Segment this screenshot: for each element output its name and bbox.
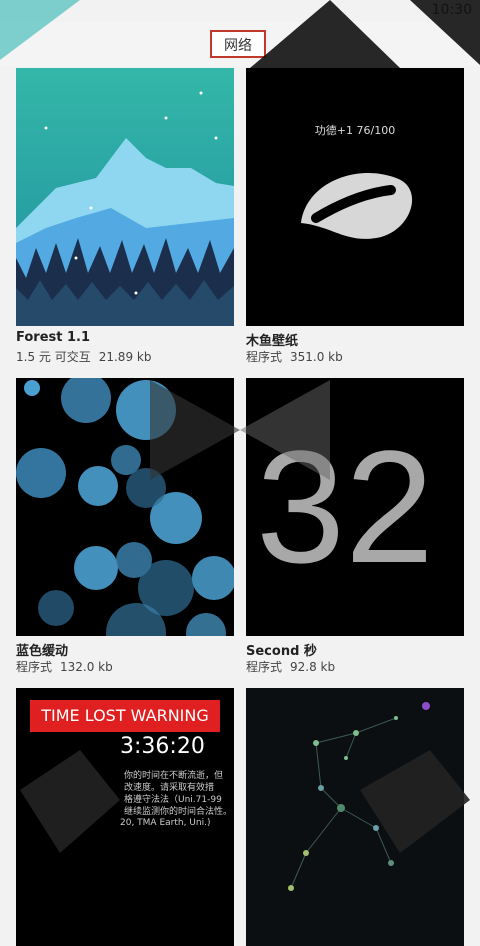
wallpaper-thumbnail[interactable]: 32 bbox=[246, 378, 464, 636]
card-title: 木鱼壁纸 bbox=[246, 334, 299, 349]
card-title: 蓝色缓动 bbox=[16, 644, 69, 659]
card-type: 程序式 bbox=[246, 350, 283, 364]
warning-credit: 20, TMA Earth, Uni.) bbox=[120, 818, 211, 828]
warning-line: 你的时间在不断流逝，但 bbox=[124, 771, 224, 781]
warning-line: 格遵守法法（Uni.71-99 bbox=[124, 795, 222, 805]
card-meta: 程序式 92.8 kb bbox=[246, 658, 464, 674]
card-size: 351.0 kb bbox=[290, 350, 343, 364]
status-time: 10:30 bbox=[431, 2, 472, 18]
card-title: Second 秒 bbox=[246, 644, 317, 659]
wallpaper-card-second[interactable]: 32 Second 秒 程序式 92.8 kb bbox=[246, 378, 464, 674]
seconds-display: 32 bbox=[256, 417, 434, 596]
card-type: 程序式 bbox=[246, 660, 283, 674]
wallpaper-thumbnail[interactable] bbox=[16, 378, 234, 636]
warning-text: 你的时间在不断流逝，但 改速度。请采取有效措 格遵守法法（Uni.71-99 继… bbox=[124, 770, 232, 818]
tab-bar: 网络 bbox=[0, 22, 480, 66]
wallpaper-thumbnail[interactable] bbox=[16, 68, 234, 326]
clock-display: 3:36:20 bbox=[120, 734, 205, 759]
card-size: 132.0 kb bbox=[60, 660, 113, 674]
card-type: 程序式 bbox=[16, 660, 53, 674]
wallpaper-card-forest[interactable]: Forest 1.1 1.5 元 可交互 21.89 kb bbox=[16, 68, 234, 364]
wallpaper-thumbnail[interactable] bbox=[246, 688, 464, 946]
tab-network[interactable]: 网络 bbox=[210, 30, 266, 58]
card-size: 21.89 kb bbox=[98, 350, 152, 364]
card-meta: 程序式 351.0 kb bbox=[246, 348, 464, 364]
wallpaper-card-constellation[interactable] bbox=[246, 688, 464, 946]
card-type: 1.5 元 可交互 bbox=[16, 350, 91, 364]
wallpaper-card-time-lost[interactable]: TIME LOST WARNING 3:36:20 你的时间在不断流逝，但 改速… bbox=[16, 688, 234, 946]
status-bar: 10:30 bbox=[0, 0, 480, 22]
card-meta: 程序式 132.0 kb bbox=[16, 658, 234, 674]
wallpaper-card-blue-easing[interactable]: 蓝色缓动 程序式 132.0 kb bbox=[16, 378, 234, 674]
warning-banner: TIME LOST WARNING bbox=[30, 700, 220, 732]
warning-line: 继续监测你的时间合法性。 bbox=[124, 807, 233, 817]
wallpaper-thumbnail[interactable]: TIME LOST WARNING 3:36:20 你的时间在不断流逝，但 改速… bbox=[16, 688, 234, 946]
wallpaper-thumbnail[interactable]: 功德+1 76/100 bbox=[246, 68, 464, 326]
card-title: Forest 1.1 bbox=[16, 330, 91, 345]
warning-line: 改速度。请采取有效措 bbox=[124, 783, 215, 793]
wallpaper-card-woodfish[interactable]: 功德+1 76/100 木鱼壁纸 程序式 351.0 kb bbox=[246, 68, 464, 364]
card-size: 92.8 kb bbox=[290, 660, 336, 674]
card-meta: 1.5 元 可交互 21.89 kb bbox=[16, 348, 234, 364]
